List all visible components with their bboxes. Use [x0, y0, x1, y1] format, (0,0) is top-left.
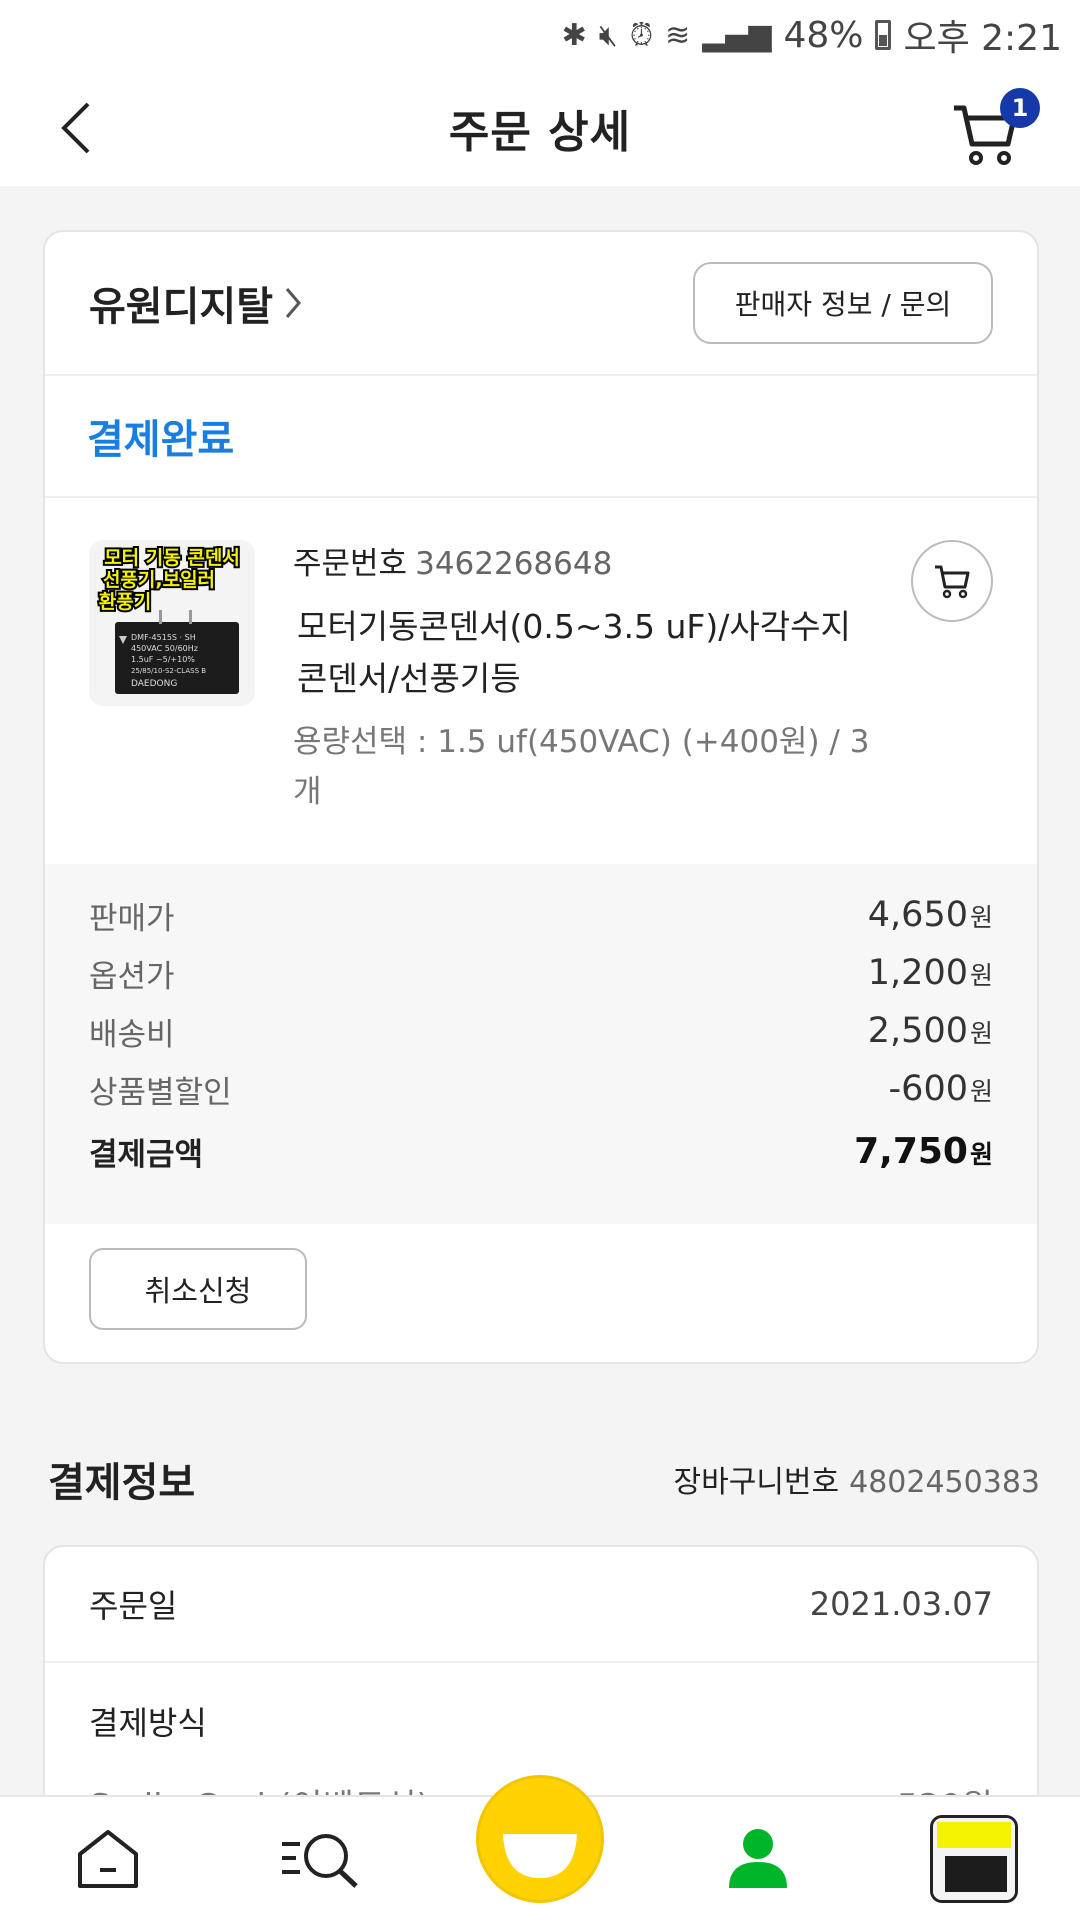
- price-value: 1,200원: [868, 953, 993, 993]
- price-label: 판매가: [89, 900, 175, 937]
- signal-icon: ▂▄▆: [702, 17, 772, 53]
- order-date-label: 주문일: [89, 1587, 178, 1625]
- thumb-cap-brand: DAEDONG: [131, 679, 177, 689]
- bottom-navigation: [0, 1775, 1080, 1920]
- battery-percent: 48%: [783, 14, 864, 56]
- price-unit: 원: [969, 961, 993, 990]
- cart-number-value: 4802450383: [849, 1465, 1040, 1500]
- thumb-cap-text4: 25/85/10-S2-CLASS B: [131, 667, 206, 675]
- item-info: 주문번호 3462268648 모터기동콘덴서(0.5~3.5 uF)/사각수지콘…: [293, 538, 873, 817]
- cart-button[interactable]: 1: [950, 88, 1040, 168]
- price-value: 2,500원: [868, 1011, 993, 1051]
- payment-method-label: 결제방식: [89, 1704, 207, 1742]
- status-bar: ✱ 🔇︎ ⏰︎ ≋ ▂▄▆ 48% 오후 2:21: [0, 0, 1080, 70]
- cancel-area: 취소신청: [45, 1224, 1037, 1362]
- total-value: 7,750원: [854, 1131, 993, 1172]
- battery-icon: [875, 20, 892, 50]
- item-title[interactable]: 모터기동콘덴서(0.5~3.5 uF)/사각수지콘덴서/선풍기등: [293, 601, 873, 705]
- price-amount: 4,650: [867, 895, 968, 935]
- mypage-icon: [729, 1829, 787, 1888]
- cancel-request-button[interactable]: 취소신청: [89, 1248, 307, 1330]
- price-summary: 판매가 4,650원 옵션가 1,200원 배송비 2,500원 상품별할인 -…: [45, 864, 1037, 1224]
- seller-name: 유원디지탈: [89, 284, 273, 330]
- order-date-value: 2021.03.07: [809, 1585, 993, 1623]
- price-row: 판매가 4,650원: [89, 886, 993, 944]
- app-header: 주문 상세 1: [0, 70, 1080, 186]
- bluetooth-icon: ✱: [561, 17, 587, 53]
- seller-info-button[interactable]: 판매자 정보 / 문의: [693, 262, 993, 344]
- item-option: 용량선택 : 1.5 uf(450VAC) (+400원) / 3개: [293, 724, 870, 810]
- cart-number-label: 장바구니번호: [673, 1465, 840, 1500]
- thumb-line3: 환풍기: [99, 591, 151, 613]
- order-status-row: 결제완료: [45, 376, 1037, 498]
- payment-method-row: 결제방식: [45, 1663, 1037, 1779]
- home-icon: [78, 1830, 138, 1888]
- product-thumbnail[interactable]: 모터 기동 콘덴서 선풍기,보일러 환풍기 DMF-4515S · SH 450…: [89, 540, 255, 706]
- thumb-cap-text1: DMF-4515S · SH: [131, 633, 196, 642]
- thumb-line2: 선풍기,보일러: [103, 569, 215, 591]
- add-to-cart-button[interactable]: [911, 540, 993, 622]
- nav-smile[interactable]: [476, 1775, 604, 1903]
- recent-item-image: [933, 1818, 1015, 1900]
- price-amount: 2,500: [867, 1011, 968, 1051]
- order-card: 유원디지탈 판매자 정보 / 문의 결제완료 모터 기동 콘덴서 선풍기,보일러…: [43, 230, 1039, 1364]
- order-item: 모터 기동 콘덴서 선풍기,보일러 환풍기 DMF-4515S · SH 450…: [45, 498, 1037, 864]
- price-amount: 1,200: [867, 953, 968, 993]
- price-unit: 원: [969, 1019, 993, 1048]
- seller-link[interactable]: 유원디지탈: [89, 274, 303, 332]
- nav-category-search[interactable]: [270, 1809, 370, 1909]
- cart-count-badge: 1: [1000, 88, 1040, 128]
- cart-icon: [935, 565, 970, 599]
- price-amount: -600: [888, 1069, 968, 1109]
- price-value: 4,650원: [868, 895, 993, 935]
- price-label: 배송비: [89, 1016, 175, 1053]
- price-label: 옵션가: [89, 958, 175, 995]
- order-number-label: 주문번호: [293, 546, 408, 582]
- price-label: 상품별할인: [89, 1074, 232, 1111]
- wifi-icon: ≋: [665, 17, 691, 53]
- category-search-icon: [282, 1834, 358, 1888]
- price-row: 배송비 2,500원: [89, 1002, 993, 1060]
- total-row: 결제금액 7,750원: [89, 1122, 993, 1180]
- section-title: 결제정보: [48, 1460, 196, 1506]
- total-label: 결제금액: [89, 1136, 204, 1173]
- seller-row: 유원디지탈 판매자 정보 / 문의: [45, 232, 1037, 376]
- order-number: 주문번호 3462268648: [293, 538, 873, 583]
- recent-item-thumb[interactable]: [930, 1815, 1018, 1903]
- price-value: -600원: [889, 1069, 993, 1109]
- payment-section-header: 결제정보 장바구니번호 4802450383: [48, 1450, 1040, 1508]
- price-unit: 원: [969, 903, 993, 932]
- clock: 오후 2:21: [903, 18, 1062, 59]
- total-amount: 7,750: [854, 1130, 968, 1172]
- chevron-left-icon: [61, 102, 90, 154]
- page-title: 주문 상세: [448, 107, 632, 158]
- order-status: 결제완료: [87, 417, 235, 463]
- smile-icon: [503, 1834, 577, 1878]
- order-date-row: 주문일 2021.03.07: [45, 1547, 1037, 1663]
- nav-home[interactable]: [58, 1809, 158, 1909]
- capacitor-image: 모터 기동 콘덴서 선풍기,보일러 환풍기 DMF-4515S · SH 450…: [89, 540, 255, 706]
- price-unit: 원: [969, 1077, 993, 1106]
- order-number-value: 3462268648: [415, 546, 613, 582]
- nav-mypage[interactable]: [708, 1809, 808, 1909]
- cart-number: 장바구니번호 4802450383: [674, 1457, 1040, 1501]
- alarm-icon: ⏰︎: [629, 17, 654, 53]
- chevron-right-icon: [285, 288, 301, 318]
- thumb-line1: 모터 기동 콘덴서: [104, 547, 240, 569]
- thumb-cap-text3: 1.5uF ~5/+10%: [131, 655, 195, 664]
- thumb-cap-text2: 450VAC 50/60Hz: [131, 644, 198, 653]
- mute-icon: 🔇︎: [598, 17, 618, 53]
- price-row: 옵션가 1,200원: [89, 944, 993, 1002]
- total-unit: 원: [969, 1139, 993, 1169]
- price-row: 상품별할인 -600원: [89, 1060, 993, 1118]
- back-button[interactable]: [40, 92, 112, 164]
